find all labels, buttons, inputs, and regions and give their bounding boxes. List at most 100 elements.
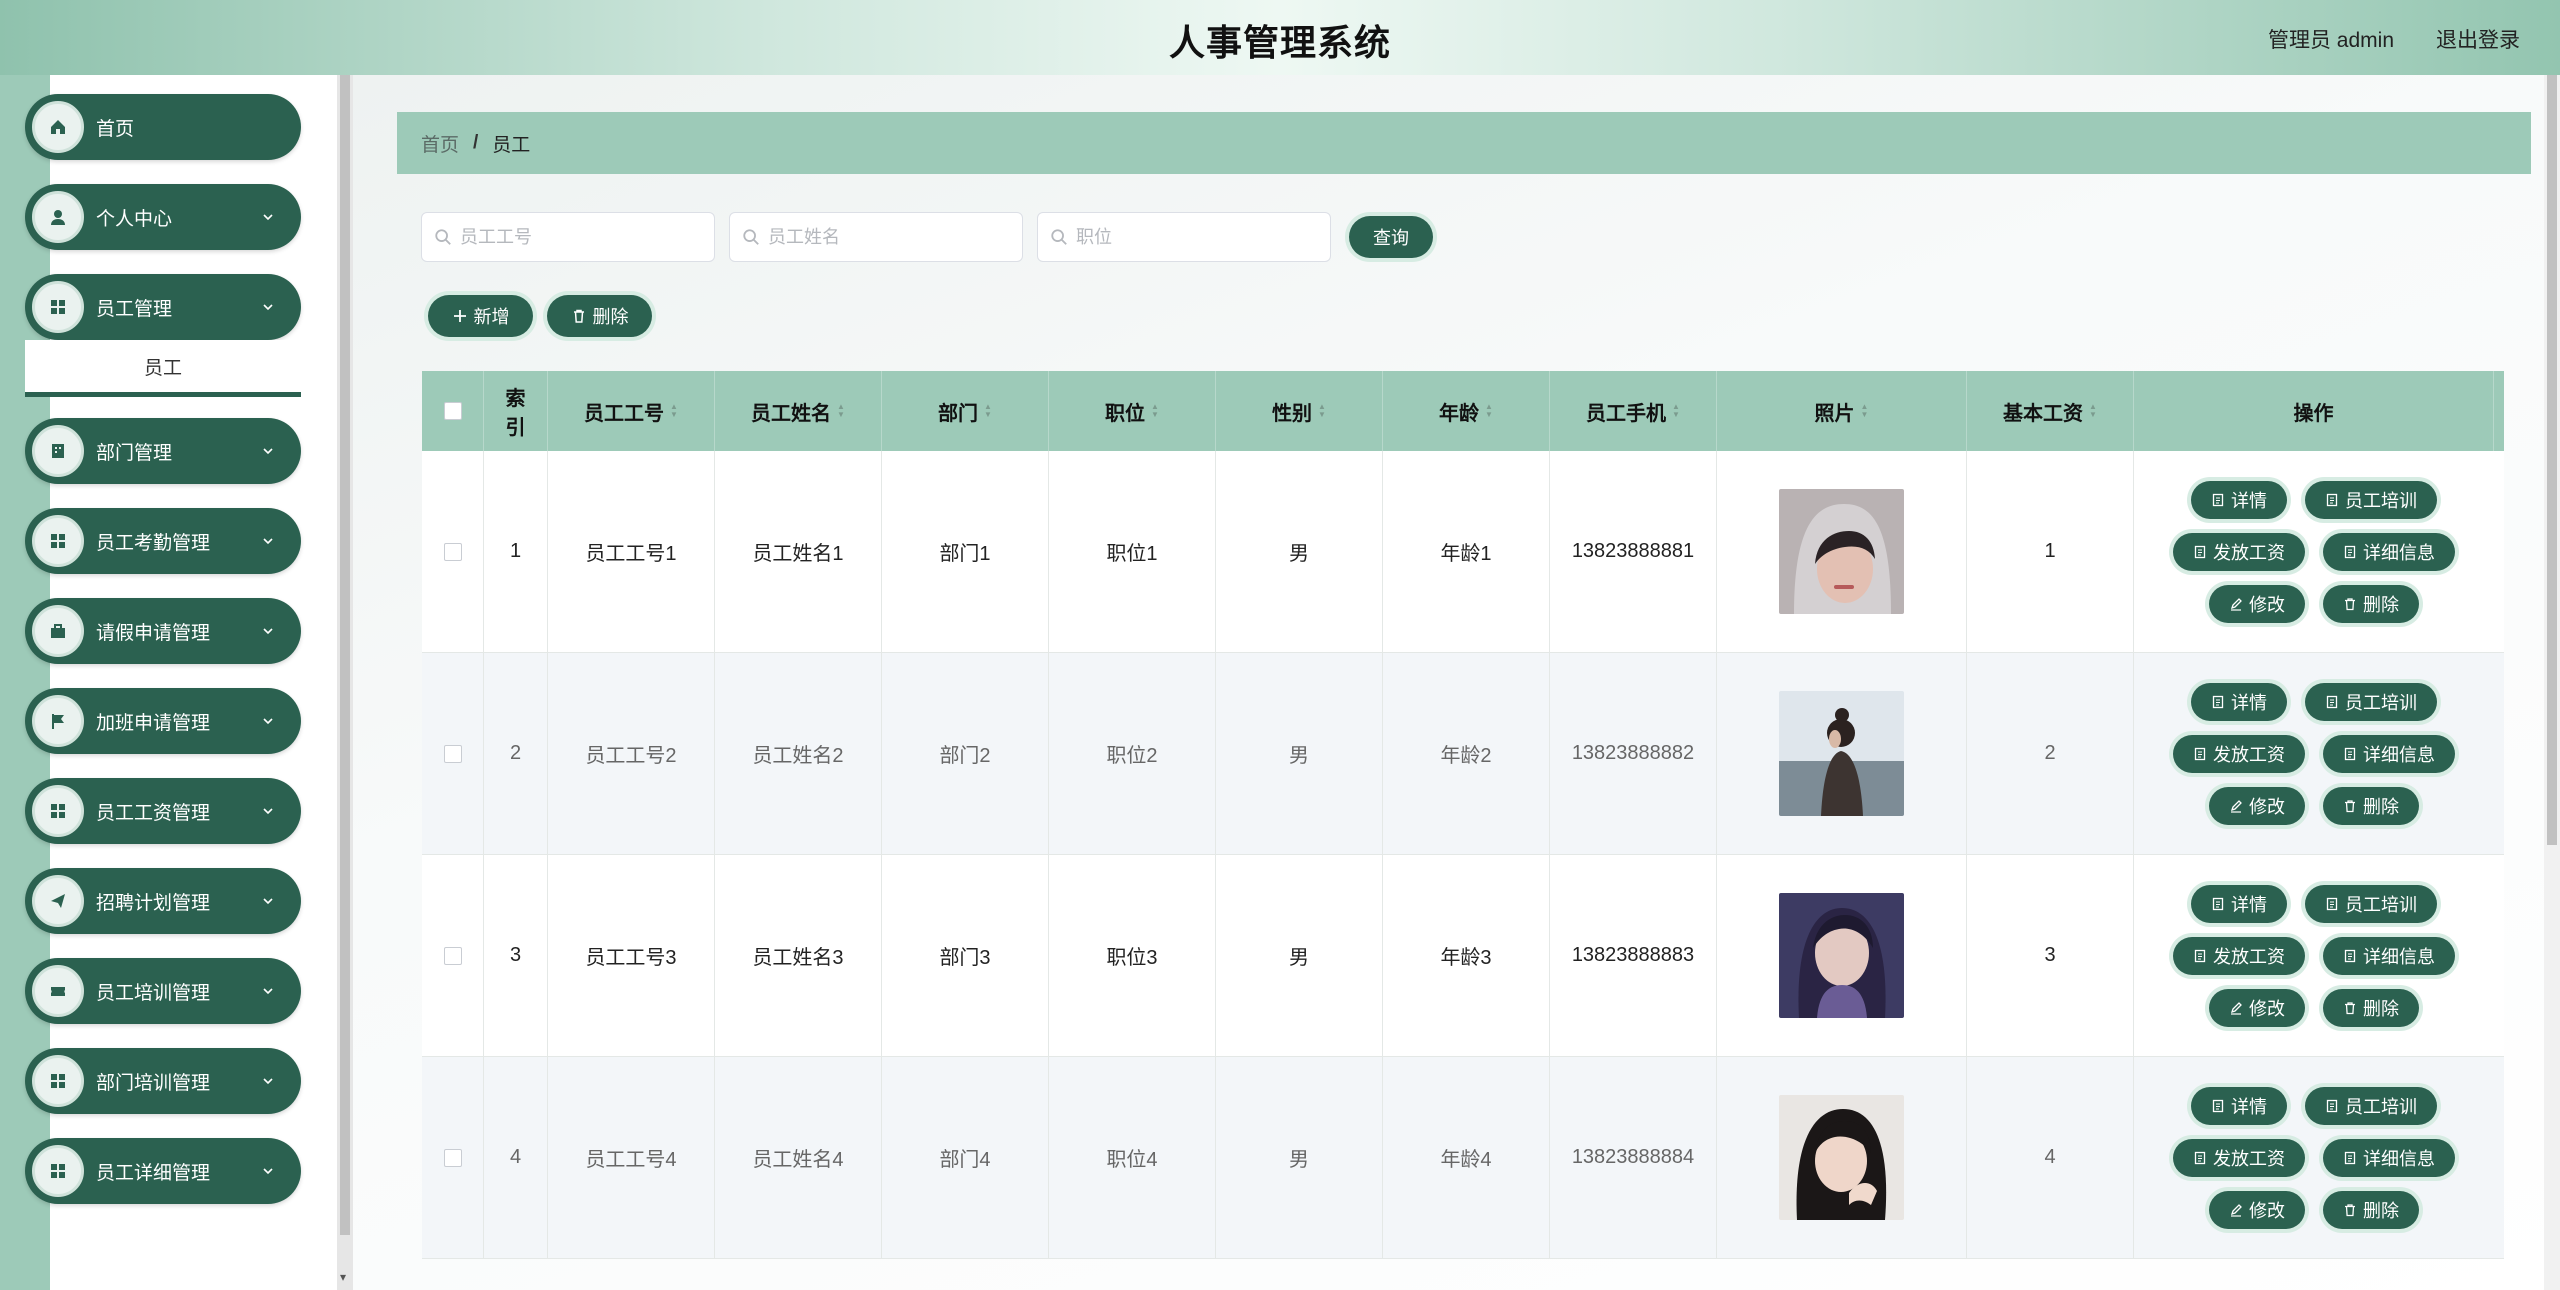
detail-info-button[interactable]: 详细信息 <box>2323 936 2455 975</box>
pay-salary-button[interactable]: 发放工资 <box>2173 532 2305 571</box>
sort-icon[interactable]: ▲ ▼ <box>1318 403 1326 419</box>
column-header[interactable]: 年龄 ▲ ▼ <box>1383 371 1550 451</box>
column-header[interactable]: 部门 ▲ ▼ <box>882 371 1049 451</box>
row-delete-button[interactable]: 删除 <box>2323 786 2419 825</box>
row-checkbox[interactable] <box>443 542 462 561</box>
chevron-down-icon[interactable] <box>261 300 275 314</box>
chevron-down-icon[interactable] <box>261 1074 275 1088</box>
edit-button[interactable]: 修改 <box>2209 584 2305 623</box>
select-all-checkbox[interactable] <box>443 402 462 420</box>
chevron-down-icon[interactable] <box>261 984 275 998</box>
sort-icon[interactable]: ▲ ▼ <box>2089 403 2097 419</box>
row-delete-button[interactable]: 删除 <box>2323 988 2419 1027</box>
document-icon <box>2325 897 2345 911</box>
sidebar-item[interactable]: 员工详细管理 <box>25 1138 301 1204</box>
position-input[interactable] <box>1074 225 1318 249</box>
edit-button[interactable]: 修改 <box>2209 988 2305 1027</box>
pay-salary-button[interactable]: 发放工资 <box>2173 936 2305 975</box>
training-button[interactable]: 员工培训 <box>2305 480 2437 519</box>
sort-icon[interactable]: ▲ ▼ <box>1672 403 1680 419</box>
edit-button[interactable]: 修改 <box>2209 1190 2305 1229</box>
column-header[interactable]: 性别 ▲ ▼ <box>1216 371 1383 451</box>
training-button[interactable]: 员工培训 <box>2305 884 2437 923</box>
sidebar-item[interactable]: 请假申请管理 <box>25 598 301 664</box>
detail-info-button[interactable]: 详细信息 <box>2323 532 2455 571</box>
pay-salary-button[interactable]: 发放工资 <box>2173 734 2305 773</box>
detail-button[interactable]: 详情 <box>2191 480 2287 519</box>
column-header[interactable]: 照片 ▲ ▼ <box>1717 371 1967 451</box>
training-button[interactable]: 员工培训 <box>2305 682 2437 721</box>
column-header[interactable]: 员工姓名 ▲ ▼ <box>715 371 882 451</box>
detail-button[interactable]: 详情 <box>2191 682 2287 721</box>
table-cell: 职位1 <box>1049 451 1216 652</box>
row-checkbox[interactable] <box>443 1148 462 1167</box>
column-header[interactable]: 员工工号 ▲ ▼ <box>548 371 715 451</box>
sort-icon[interactable]: ▲ ▼ <box>837 403 845 419</box>
detail-info-button[interactable]: 详细信息 <box>2323 1138 2455 1177</box>
chevron-down-icon[interactable] <box>261 210 275 224</box>
column-header[interactable]: 职位 ▲ ▼ <box>1049 371 1216 451</box>
document-icon <box>2211 493 2231 507</box>
column-header[interactable]: 基本工资 ▲ ▼ <box>1967 371 2134 451</box>
sidebar-scrollbar[interactable]: ▾ <box>337 75 353 1290</box>
chevron-down-icon[interactable] <box>261 534 275 548</box>
main-scrollbar[interactable] <box>2544 75 2560 1290</box>
chevron-down-icon[interactable] <box>261 624 275 638</box>
sidebar-item[interactable]: 招聘计划管理 <box>25 868 301 934</box>
scroll-down-arrow-icon[interactable]: ▾ <box>340 1270 346 1284</box>
sidebar-item[interactable]: 个人中心 <box>25 184 301 250</box>
pay-salary-button[interactable]: 发放工资 <box>2173 1138 2305 1177</box>
table-cell: 13823888883 <box>1550 855 1717 1056</box>
submenu-item-employee[interactable]: 员工 <box>25 340 301 397</box>
sidebar-item[interactable]: 首页 <box>25 94 301 160</box>
sidebar-item[interactable]: 部门管理 <box>25 418 301 484</box>
table-cell: 13823888882 <box>1550 653 1717 854</box>
sidebar-scroll-thumb[interactable] <box>340 75 350 1235</box>
sort-icon[interactable]: ▲ ▼ <box>1861 403 1869 419</box>
query-button[interactable]: 查询 <box>1349 216 1433 258</box>
employee-name-input[interactable] <box>766 225 1010 249</box>
row-delete-button[interactable]: 删除 <box>2323 1190 2419 1229</box>
sidebar-item[interactable]: 员工培训管理 <box>25 958 301 1024</box>
chevron-down-icon[interactable] <box>261 804 275 818</box>
trash-icon <box>2343 597 2363 611</box>
table-cell: 年龄3 <box>1383 855 1550 1056</box>
table-cell: 部门2 <box>882 653 1049 854</box>
detail-info-button[interactable]: 详细信息 <box>2323 734 2455 773</box>
main-scroll-thumb[interactable] <box>2547 75 2557 845</box>
chevron-down-icon[interactable] <box>261 714 275 728</box>
table-cell: 部门3 <box>882 855 1049 1056</box>
table-cell: 员工工号3 <box>548 855 715 1056</box>
row-checkbox[interactable] <box>443 946 462 965</box>
sort-icon[interactable]: ▲ ▼ <box>984 403 992 419</box>
sidebar-item[interactable]: 员工工资管理 <box>25 778 301 844</box>
sidebar-item[interactable]: 加班申请管理 <box>25 688 301 754</box>
trash-icon <box>2343 799 2363 813</box>
cell-emp_id: 员工工号1 <box>585 543 677 565</box>
row-delete-button[interactable]: 删除 <box>2323 584 2419 623</box>
cell-name: 员工姓名1 <box>752 543 844 565</box>
sort-icon[interactable]: ▲ ▼ <box>1485 403 1493 419</box>
logout-link[interactable]: 退出登录 <box>2436 24 2520 54</box>
chevron-down-icon[interactable] <box>261 1164 275 1178</box>
detail-button[interactable]: 详情 <box>2191 884 2287 923</box>
breadcrumb-home[interactable]: 首页 <box>421 130 459 157</box>
add-button[interactable]: 新增 <box>428 295 533 337</box>
query-button-label: 查询 <box>1373 228 1409 248</box>
edit-button[interactable]: 修改 <box>2209 786 2305 825</box>
sidebar-item[interactable]: 员工管理 <box>25 274 301 340</box>
chevron-down-icon[interactable] <box>261 444 275 458</box>
employee-id-input[interactable] <box>458 225 702 249</box>
cell-index: 1 <box>509 540 522 562</box>
sidebar-item[interactable]: 部门培训管理 <box>25 1048 301 1114</box>
detail-button[interactable]: 详情 <box>2191 1086 2287 1125</box>
row-checkbox[interactable] <box>443 744 462 763</box>
sidebar-item[interactable]: 员工考勤管理 <box>25 508 301 574</box>
sort-icon[interactable]: ▲ ▼ <box>1151 403 1159 419</box>
training-button[interactable]: 员工培训 <box>2305 1086 2437 1125</box>
delete-button[interactable]: 删除 <box>547 295 652 337</box>
cell-salary: 2 <box>2044 742 2056 764</box>
column-header[interactable]: 员工手机 ▲ ▼ <box>1550 371 1717 451</box>
chevron-down-icon[interactable] <box>261 894 275 908</box>
sort-icon[interactable]: ▲ ▼ <box>670 403 678 419</box>
